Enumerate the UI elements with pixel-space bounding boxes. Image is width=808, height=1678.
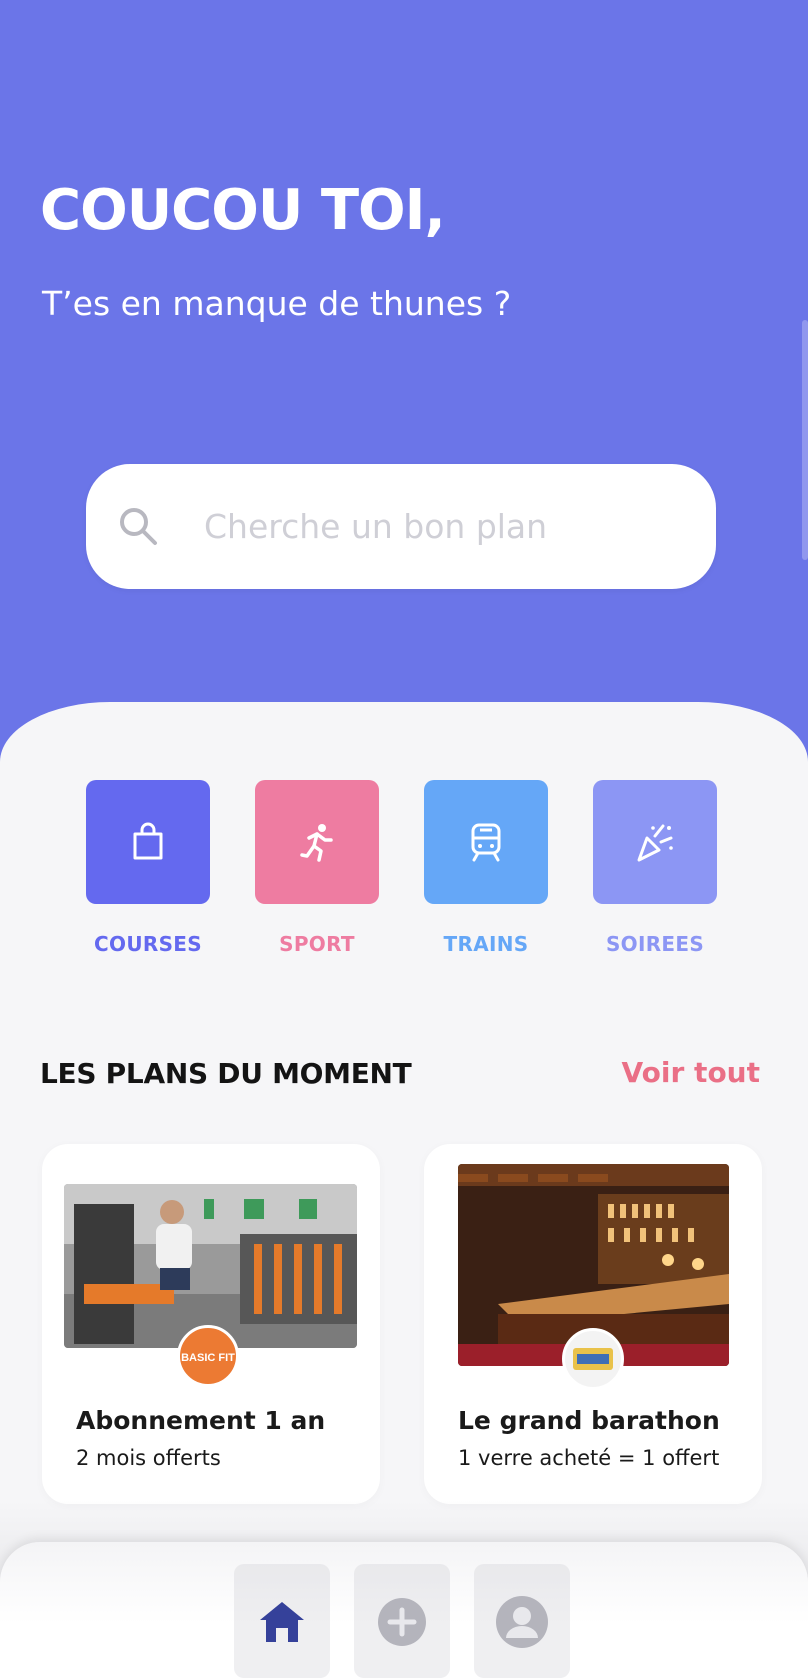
category-tile[interactable]: [424, 780, 548, 904]
tab-add[interactable]: [354, 1564, 450, 1678]
deal-title: Le grand barathon: [458, 1406, 720, 1435]
category-label: SPORT: [279, 932, 355, 956]
category-tile[interactable]: [255, 780, 379, 904]
deal-subtitle: 1 verre acheté = 1 offert: [458, 1446, 720, 1470]
category-trains[interactable]: TRAINS: [424, 780, 548, 956]
bottom-tab-bar: [0, 1542, 808, 1678]
category-label: TRAINS: [443, 932, 529, 956]
deal-title: Abonnement 1 an: [76, 1406, 326, 1435]
deal-card-gym[interactable]: BASIC FIT Abonnement 1 an 2 mois offerts: [42, 1144, 380, 1504]
greeting-title: COUCOU TOI,: [40, 178, 446, 243]
tab-profile[interactable]: [474, 1564, 570, 1678]
greeting-subtitle: T’es en manque de thunes ?: [42, 284, 512, 323]
search-bar[interactable]: [86, 464, 716, 589]
deal-logo-basic-fit: BASIC FIT: [177, 1325, 239, 1387]
category-label: SOIREES: [605, 932, 705, 956]
category-label: COURSES: [94, 932, 202, 956]
bar-logo-icon: [573, 1348, 613, 1370]
party-popper-icon: [637, 824, 673, 862]
see-all-link[interactable]: Voir tout: [622, 1056, 760, 1089]
category-soirees[interactable]: SOIREES: [593, 780, 717, 956]
tab-home[interactable]: [234, 1564, 330, 1678]
category-courses[interactable]: COURSES: [86, 780, 210, 956]
category-tile[interactable]: [86, 780, 210, 904]
home-icon: [260, 1602, 304, 1642]
shopping-bag-icon: [133, 822, 163, 860]
add-circle-icon: [378, 1598, 426, 1646]
train-icon: [471, 823, 501, 862]
running-icon: [300, 824, 333, 862]
scroll-indicator: [802, 320, 808, 560]
search-input[interactable]: [204, 494, 684, 558]
profile-icon: [496, 1596, 548, 1648]
deal-image-gym: [64, 1184, 357, 1348]
hero-header: COUCOU TOI, T’es en manque de thunes ?: [0, 0, 808, 760]
deal-logo-bar: [562, 1328, 624, 1390]
deal-card-bar[interactable]: Le grand barathon 1 verre acheté = 1 off…: [424, 1144, 762, 1504]
category-sport[interactable]: SPORT: [255, 780, 379, 956]
svg-text:BASIC FIT: BASIC FIT: [181, 1352, 235, 1364]
search-icon: [120, 508, 157, 545]
category-tile[interactable]: [593, 780, 717, 904]
section-title: LES PLANS DU MOMENT: [40, 1057, 412, 1090]
deal-subtitle: 2 mois offerts: [76, 1446, 221, 1470]
basic-fit-logo: BASIC FIT: [181, 1352, 235, 1364]
